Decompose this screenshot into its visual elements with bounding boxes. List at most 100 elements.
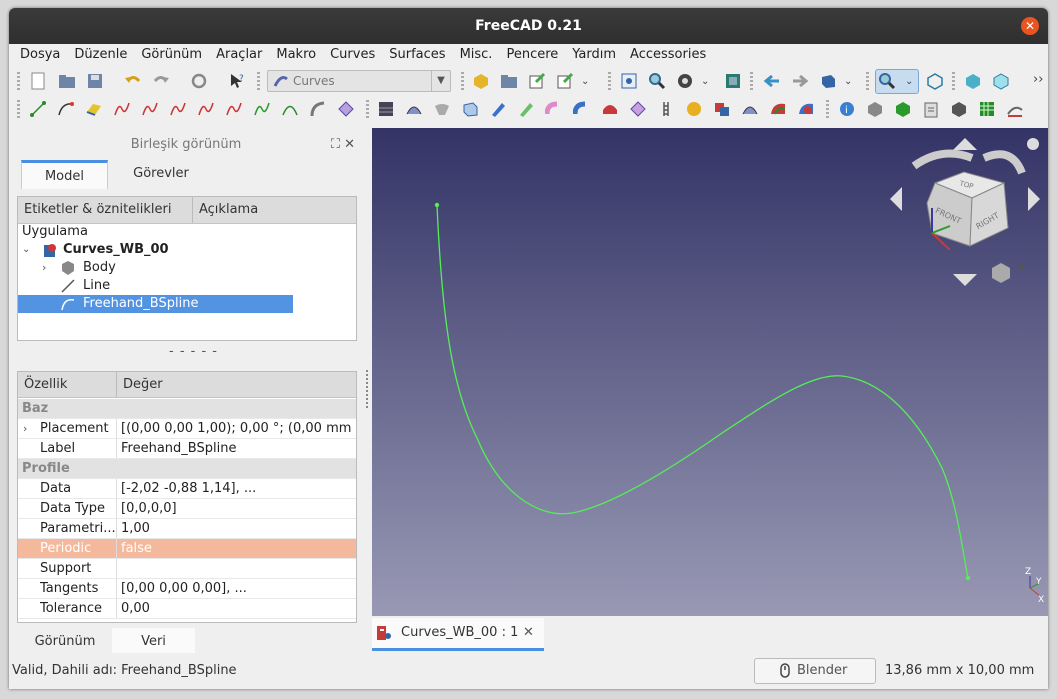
sweep-icon[interactable] bbox=[405, 100, 423, 118]
dark-cube-icon[interactable] bbox=[950, 100, 968, 118]
loft-icon[interactable] bbox=[741, 100, 759, 118]
chevron-down-icon[interactable] bbox=[1017, 265, 1025, 271]
curve-end-point[interactable] bbox=[965, 575, 971, 581]
tab-tasks[interactable]: Görevler bbox=[111, 160, 211, 188]
blue-sheet-icon[interactable] bbox=[489, 100, 507, 118]
rotate-left-arrow[interactable] bbox=[911, 149, 974, 170]
property-value[interactable]: [0,00 0,00 0,00], ... bbox=[121, 579, 353, 598]
toolbar-grip[interactable] bbox=[366, 100, 369, 118]
top-view-icon[interactable] bbox=[992, 72, 1010, 90]
menu-misc[interactable]: Misc. bbox=[453, 44, 500, 66]
purple-surface-icon[interactable] bbox=[629, 100, 647, 118]
property-row-support[interactable]: Support bbox=[18, 559, 356, 579]
green-sheet-icon[interactable] bbox=[517, 100, 535, 118]
gray-cube-icon[interactable] bbox=[866, 100, 884, 118]
property-value[interactable]: false bbox=[121, 539, 353, 558]
toolbar-grip[interactable] bbox=[17, 72, 20, 90]
zoom-tool-button[interactable]: ⌄ bbox=[875, 69, 919, 94]
tree-col-labels[interactable]: Etiketler & öznitelikleri bbox=[24, 197, 171, 223]
pink-pipe-icon[interactable] bbox=[545, 100, 563, 118]
rotate-right-arrow[interactable] bbox=[982, 150, 1026, 175]
property-row-parametrization[interactable]: Parametri... 1,00 bbox=[18, 519, 356, 539]
menu-accessories[interactable]: Accessories bbox=[623, 44, 713, 66]
property-value[interactable]: [(0,00 0,00 1,00); 0,00 °; (0,00 mm ... bbox=[121, 419, 353, 438]
tree-item-body[interactable]: › Body bbox=[42, 259, 342, 277]
toolbar-grip[interactable] bbox=[257, 72, 260, 90]
fit-selection-icon[interactable] bbox=[648, 72, 666, 90]
flatten-icon[interactable] bbox=[1006, 100, 1024, 118]
line-icon[interactable] bbox=[29, 100, 47, 118]
menu-surfaces[interactable]: Surfaces bbox=[382, 44, 452, 66]
draw-style-icon[interactable] bbox=[676, 72, 694, 90]
menu-view[interactable]: Görünüm bbox=[134, 44, 209, 66]
chevron-right-icon[interactable]: › bbox=[42, 259, 46, 277]
toolbar-grip[interactable] bbox=[952, 72, 955, 90]
pattern-surface-icon[interactable] bbox=[377, 100, 395, 118]
toolbar-overflow[interactable]: ›› bbox=[1033, 72, 1043, 87]
property-row-data-type[interactable]: Data Type [0,0,0,0] bbox=[18, 499, 356, 519]
menu-edit[interactable]: Düzenle bbox=[67, 44, 134, 66]
menu-tools[interactable]: Araçlar bbox=[209, 44, 269, 66]
create-link-icon[interactable] bbox=[528, 72, 546, 90]
property-value[interactable]: 1,00 bbox=[121, 519, 353, 538]
new-document-icon[interactable] bbox=[29, 72, 47, 90]
nav-menu-dot[interactable] bbox=[1027, 138, 1039, 150]
whats-this-icon[interactable]: ? bbox=[228, 72, 246, 90]
splitter-handle[interactable]: - - - - - bbox=[169, 344, 218, 359]
property-col-value[interactable]: Değer bbox=[123, 372, 163, 398]
view-menu-cube-icon[interactable] bbox=[992, 263, 1010, 283]
sphere-icon[interactable] bbox=[685, 100, 703, 118]
split-face-icon[interactable] bbox=[797, 100, 815, 118]
tree-col-description[interactable]: Açıklama bbox=[199, 197, 258, 223]
fillet-icon[interactable] bbox=[309, 100, 327, 118]
close-window-button[interactable]: ✕ bbox=[1021, 17, 1039, 35]
surface-icon[interactable] bbox=[85, 100, 103, 118]
freehand-bspline-icon[interactable] bbox=[253, 100, 271, 118]
property-value[interactable]: Freehand_BSpline bbox=[121, 439, 353, 458]
std-view-icon[interactable] bbox=[819, 72, 837, 90]
front-view-icon[interactable] bbox=[964, 72, 982, 90]
property-row-placement[interactable]: › Placement [(0,00 0,00 1,00); 0,00 °; (0,… bbox=[18, 419, 356, 439]
property-value[interactable]: [0,0,0,0] bbox=[121, 499, 353, 518]
nav-right-arrow[interactable] bbox=[1028, 187, 1040, 211]
toolbar-grip[interactable] bbox=[866, 72, 869, 90]
menu-window[interactable]: Pencere bbox=[499, 44, 565, 66]
property-group-base[interactable]: Baz bbox=[18, 399, 356, 419]
chevron-down-icon[interactable]: ⌄ bbox=[701, 76, 709, 87]
toolbar-grip[interactable] bbox=[826, 100, 829, 118]
nav-left-arrow[interactable] bbox=[890, 187, 902, 211]
property-row-data[interactable]: Data [-2,02 -0,88 1,14], ... bbox=[18, 479, 356, 499]
tab-model[interactable]: Model bbox=[21, 160, 108, 189]
blue-pipe-icon[interactable] bbox=[573, 100, 591, 118]
toolbar-grip[interactable] bbox=[461, 72, 464, 90]
menu-macro[interactable]: Makro bbox=[269, 44, 323, 66]
create-group-icon[interactable] bbox=[500, 72, 518, 90]
property-group-profile[interactable]: Profile bbox=[18, 459, 356, 479]
toolbar-grip[interactable] bbox=[17, 100, 20, 118]
tree-document-row[interactable]: ⌄ Curves_WB_00 bbox=[22, 241, 352, 259]
boolean-icon[interactable] bbox=[713, 100, 731, 118]
navigation-cube[interactable]: TOP FRONT RIGHT bbox=[890, 138, 1040, 286]
document-view-tab[interactable]: Curves_WB_00 : 1 ✕ bbox=[372, 618, 544, 651]
chevron-down-icon[interactable]: ⌄ bbox=[22, 241, 30, 259]
grid-icon[interactable] bbox=[978, 100, 996, 118]
bounding-box-icon[interactable] bbox=[724, 72, 742, 90]
ladder-icon[interactable] bbox=[657, 100, 675, 118]
chevron-right-icon[interactable]: › bbox=[23, 419, 27, 438]
property-row-tangents[interactable]: Tangents [0,00 0,00 0,00], ... bbox=[18, 579, 356, 599]
curve-start-point[interactable] bbox=[434, 202, 440, 208]
navigation-style-button[interactable]: Blender bbox=[754, 658, 876, 684]
menu-curves[interactable]: Curves bbox=[323, 44, 382, 66]
clipboard-icon[interactable] bbox=[922, 100, 940, 118]
tree-item-freehand-bspline[interactable]: Freehand_BSpline bbox=[18, 295, 293, 313]
arc-icon[interactable] bbox=[281, 100, 299, 118]
isometric-view-icon[interactable] bbox=[926, 72, 944, 90]
tab-view[interactable]: Görünüm bbox=[19, 628, 111, 656]
blend-curve-3-icon[interactable] bbox=[169, 100, 187, 118]
blend-curve-icon[interactable] bbox=[113, 100, 131, 118]
forward-arrow-icon[interactable] bbox=[791, 72, 809, 90]
blend-curve-2-icon[interactable] bbox=[141, 100, 159, 118]
property-value[interactable]: 0,00 bbox=[121, 599, 353, 618]
back-arrow-icon[interactable] bbox=[763, 72, 781, 90]
save-icon[interactable] bbox=[86, 72, 104, 90]
